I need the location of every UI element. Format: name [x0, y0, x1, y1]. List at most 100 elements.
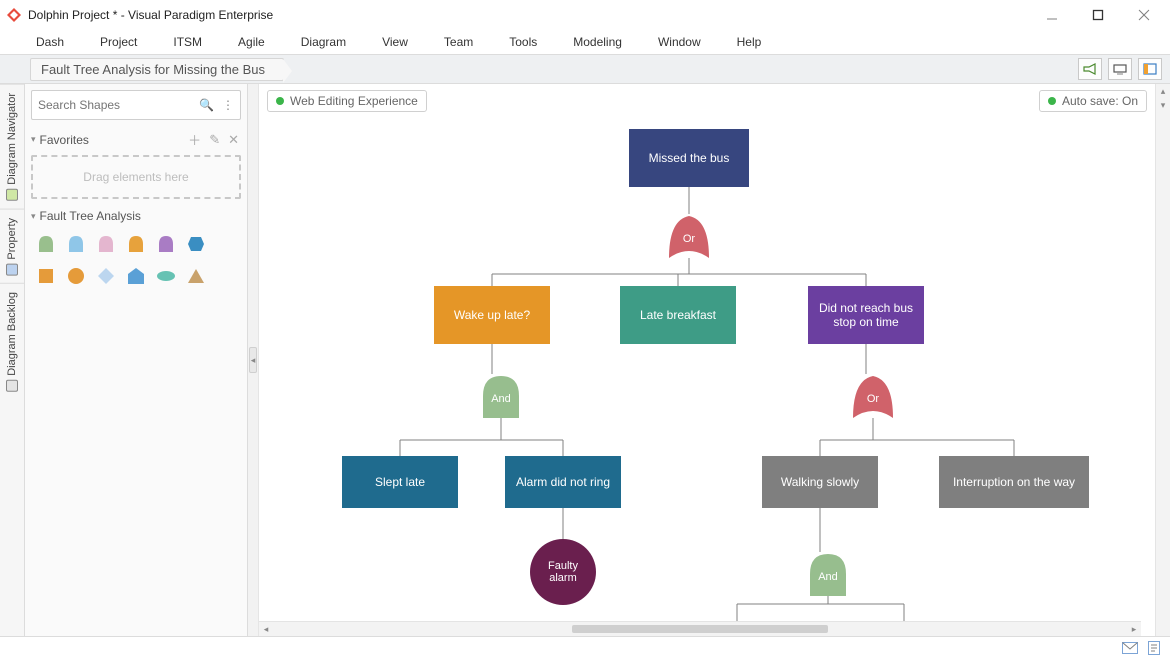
sidetab-label: Diagram Backlog	[6, 292, 18, 376]
gate-or-1[interactable]: Or	[667, 214, 711, 258]
announce-icon[interactable]	[1078, 58, 1102, 80]
vertical-scrollbar[interactable]: ▴ ▾	[1155, 84, 1170, 636]
shape-ellipse-teal[interactable]	[155, 265, 177, 287]
menu-itsm[interactable]: ITSM	[157, 32, 218, 52]
minimize-button[interactable]	[1040, 3, 1064, 27]
node-wake-up-late[interactable]: Wake up late?	[434, 286, 550, 344]
edit-favorite-icon[interactable]: ✎	[207, 132, 222, 148]
sidetab-label: Diagram Navigator	[6, 93, 18, 185]
favorites-label: Favorites	[40, 133, 89, 147]
palette-header[interactable]: ▾ Fault Tree Analysis	[31, 209, 241, 223]
sidetab-diagram-navigator[interactable]: Diagram Navigator	[0, 84, 24, 209]
breadcrumb-tab[interactable]: Fault Tree Analysis for Missing the Bus	[30, 58, 284, 81]
nav-icon	[6, 189, 18, 201]
note-icon[interactable]	[1148, 641, 1160, 658]
scroll-thumb[interactable]	[572, 625, 828, 633]
shape-house-blue[interactable]	[125, 265, 147, 287]
gate-and-1[interactable]: And	[479, 374, 523, 418]
node-walking-slowly[interactable]: Walking slowly	[762, 456, 878, 508]
diagram-canvas[interactable]: Web Editing Experience Auto save: On	[258, 84, 1155, 636]
menu-view[interactable]: View	[366, 32, 424, 52]
node-label: Walking slowly	[781, 475, 859, 489]
node-label: Did not reach bus stop on time	[812, 301, 920, 329]
prop-icon	[6, 263, 18, 275]
shape-triangle-tan[interactable]	[185, 265, 207, 287]
mail-icon[interactable]	[1122, 642, 1138, 657]
web-editing-chip[interactable]: Web Editing Experience	[267, 90, 427, 112]
shape-and-gate-green[interactable]	[35, 233, 57, 255]
status-dot-icon	[276, 97, 284, 105]
node-late-breakfast[interactable]: Late breakfast	[620, 286, 736, 344]
maximize-button[interactable]	[1086, 3, 1110, 27]
menu-team[interactable]: Team	[428, 32, 489, 52]
sidetab-diagram-backlog[interactable]: Diagram Backlog	[0, 283, 24, 400]
search-shapes-wrap: 🔍 ⋮	[31, 90, 241, 120]
scroll-left-icon[interactable]: ◂	[259, 622, 273, 636]
node-label: Alarm did not ring	[516, 475, 610, 489]
add-favorite-icon[interactable]: ＋	[186, 130, 203, 149]
shape-hex-blue[interactable]	[185, 233, 207, 255]
gate-label: Or	[683, 233, 695, 245]
horizontal-scrollbar[interactable]: ◂ ▸	[259, 621, 1141, 636]
scroll-down-icon[interactable]: ▾	[1156, 98, 1170, 112]
gate-label: And	[491, 393, 511, 405]
menu-agile[interactable]: Agile	[222, 32, 281, 52]
search-menu-icon[interactable]: ⋮	[222, 98, 234, 112]
backlog-icon	[6, 380, 18, 392]
menu-project[interactable]: Project	[84, 32, 153, 52]
close-button[interactable]	[1132, 3, 1156, 27]
gate-or-2[interactable]: Or	[851, 374, 895, 418]
node-slept-late[interactable]: Slept late	[342, 456, 458, 508]
window-title: Dolphin Project * - Visual Paradigm Ente…	[28, 8, 273, 22]
drag-hint: Drag elements here	[83, 170, 188, 184]
palette-row-1	[31, 233, 241, 255]
titlebar: Dolphin Project * - Visual Paradigm Ente…	[0, 0, 1170, 30]
scroll-up-icon[interactable]: ▴	[1156, 84, 1170, 98]
close-favorite-icon[interactable]: ✕	[226, 132, 241, 148]
breadcrumb-bar: Fault Tree Analysis for Missing the Bus	[0, 55, 1170, 84]
node-not-reach-bus-stop[interactable]: Did not reach bus stop on time	[808, 286, 924, 344]
scroll-right-icon[interactable]: ▸	[1127, 622, 1141, 636]
gate-label: And	[818, 571, 838, 583]
sidetab-label: Property	[6, 218, 18, 260]
perspective-icon[interactable]	[1138, 58, 1162, 80]
sidetab-property[interactable]: Property	[0, 209, 24, 284]
menu-diagram[interactable]: Diagram	[285, 32, 362, 52]
node-missed-the-bus[interactable]: Missed the bus	[629, 129, 749, 187]
node-label: Wake up late?	[454, 308, 530, 322]
node-label: Interruption on the way	[953, 475, 1075, 489]
menu-dash[interactable]: Dash	[20, 32, 80, 52]
gate-and-2[interactable]: And	[806, 552, 850, 596]
search-icon[interactable]: 🔍	[199, 98, 214, 112]
menu-tools[interactable]: Tools	[493, 32, 553, 52]
shape-circle-orange[interactable]	[65, 265, 87, 287]
menubar: Dash Project ITSM Agile Diagram View Tea…	[0, 30, 1170, 55]
panel-splitter[interactable]: ◂	[248, 84, 258, 636]
shapes-panel: 🔍 ⋮ ▾ Favorites ＋ ✎ ✕ Drag elements here…	[25, 84, 248, 636]
shape-and-gate-pink[interactable]	[95, 233, 117, 255]
side-tab-strip: Diagram Navigator Property Diagram Backl…	[0, 84, 25, 636]
shape-diamond-lblue[interactable]	[95, 265, 117, 287]
gate-label: Or	[867, 393, 879, 405]
favorites-header[interactable]: ▾ Favorites ＋ ✎ ✕	[31, 130, 241, 149]
menu-window[interactable]: Window	[642, 32, 717, 52]
node-interruption[interactable]: Interruption on the way	[939, 456, 1089, 508]
app-logo-icon	[6, 7, 22, 23]
scroll-track[interactable]	[273, 624, 1127, 634]
palette-row-2	[31, 265, 241, 287]
favorites-dropzone[interactable]: Drag elements here	[31, 155, 241, 199]
menu-modeling[interactable]: Modeling	[557, 32, 638, 52]
autosave-chip[interactable]: Auto save: On	[1039, 90, 1147, 112]
palette-label: Fault Tree Analysis	[40, 209, 141, 223]
node-alarm-did-not-ring[interactable]: Alarm did not ring	[505, 456, 621, 508]
node-label: Missed the bus	[649, 151, 730, 165]
shape-and-gate-orange[interactable]	[125, 233, 147, 255]
menu-help[interactable]: Help	[721, 32, 778, 52]
present-icon[interactable]	[1108, 58, 1132, 80]
shape-and-gate-purple[interactable]	[155, 233, 177, 255]
search-shapes-input[interactable]	[36, 97, 195, 113]
node-faulty-alarm[interactable]: Faulty alarm	[530, 539, 596, 605]
shape-and-gate-blue[interactable]	[65, 233, 87, 255]
shape-square-orange[interactable]	[35, 265, 57, 287]
node-label: Slept late	[375, 475, 425, 489]
